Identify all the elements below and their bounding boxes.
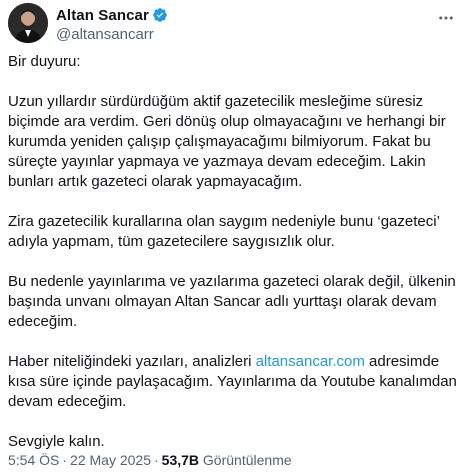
more-horizontal-icon[interactable] (435, 7, 457, 29)
tweet-meta: 5:54 ÖS · 22 May 2025 · 53,7B Görüntülenme (8, 451, 292, 469)
paragraph-2: Uzun yıllardır sürdürdüğüm aktif gazetec… (8, 93, 446, 190)
tweet-text: Bir duyuru: Uzun yıllardır sürdürdüğüm a… (8, 52, 460, 472)
website-link[interactable]: altansancar.com (256, 353, 365, 370)
views-count[interactable]: 53,7B (162, 452, 199, 468)
author-info: Altan Sancar @altansancarr (56, 5, 168, 44)
paragraph-6: Sevgiyle kalın. (8, 433, 105, 450)
profile-photo-icon (8, 3, 48, 43)
avatar[interactable] (8, 3, 48, 43)
separator-dot: · (154, 452, 159, 468)
views-label: Görüntülenme (202, 452, 292, 468)
paragraph-5-start: Haber niteliğindeki yazıları, analizleri (8, 353, 256, 370)
handle[interactable]: @altansancarr (56, 26, 168, 44)
paragraph-5: Haber niteliğindeki yazıları, analizleri… (8, 352, 460, 412)
paragraph-3: Zira gazetecilik kurallarına olan saygım… (8, 213, 440, 250)
verified-badge-icon[interactable] (152, 7, 168, 23)
paragraph-1: Bir duyuru: (8, 53, 81, 70)
tweet-header: Altan Sancar @altansancarr (8, 3, 461, 45)
separator-dot: · (62, 452, 68, 468)
display-name[interactable]: Altan Sancar (56, 7, 149, 24)
display-name-row: Altan Sancar (56, 5, 168, 25)
post-time[interactable]: 5:54 ÖS (8, 452, 59, 468)
paragraph-4: Bu nedenle yayınlarıma ve yazılarıma gaz… (8, 273, 456, 330)
post-date[interactable]: 22 May 2025 (70, 452, 151, 468)
tweet: Altan Sancar @altansancarr Bir duyuru: U… (0, 0, 469, 472)
